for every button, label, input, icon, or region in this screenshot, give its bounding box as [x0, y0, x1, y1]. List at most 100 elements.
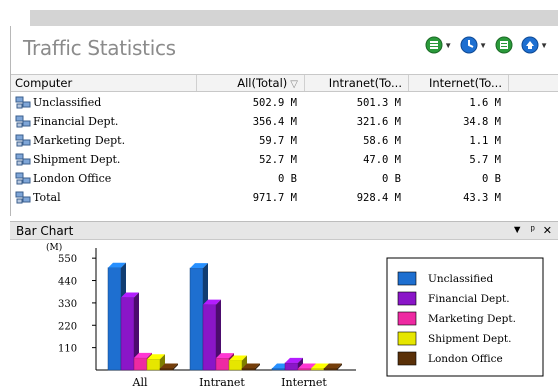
- close-button[interactable]: ✕: [543, 224, 552, 237]
- sort-descending-icon: ▽: [290, 79, 298, 90]
- x-tick-label: Intranet: [199, 376, 245, 389]
- y-tick-label: 440: [58, 277, 77, 288]
- table-row[interactable]: Unclassified 502.9 M 501.3 M 1.6 M: [11, 93, 558, 112]
- bar-chart-title: Bar Chart: [16, 224, 74, 238]
- table-row[interactable]: Marketing Dept. 59.7 M 58.6 M 1.1 M: [11, 131, 558, 150]
- column-header-computer[interactable]: Computer: [11, 75, 197, 91]
- table-row[interactable]: London Office 0 B 0 B 0 B: [11, 169, 558, 188]
- bar: [284, 362, 299, 371]
- bar: [297, 368, 312, 371]
- computer-cell: Shipment Dept.: [11, 153, 197, 167]
- computer-name: Marketing Dept.: [33, 134, 126, 147]
- toolbar: ▼ ▼ ▼: [425, 36, 548, 54]
- dropdown-arrow-icon: ▼: [540, 40, 548, 50]
- bar: [146, 359, 161, 371]
- bar: [133, 357, 148, 371]
- upload-icon: [521, 36, 539, 54]
- column-header-all[interactable]: All(Total) ▽: [197, 75, 305, 91]
- bar: [120, 297, 135, 371]
- all-total-cell: 0 B: [278, 172, 297, 185]
- intranet-cell: 501.3 M: [356, 96, 401, 109]
- bar-chart-panel-header: Bar Chart ▼ ᵖ ✕: [10, 221, 558, 240]
- legend-label: London Office: [428, 353, 503, 365]
- bar: [228, 360, 243, 371]
- traffic-statistics-panel: Traffic Statistics ▼ ▼ ▼ Computer All(To…: [10, 26, 558, 216]
- all-total-cell: 502.9 M: [252, 96, 297, 109]
- legend-swatch: [397, 351, 417, 366]
- legend-label: Unclassified: [428, 273, 493, 285]
- y-tick-label: 110: [58, 344, 77, 355]
- table-body: Unclassified 502.9 M 501.3 M 1.6 M Financial…: [11, 93, 558, 207]
- panel-controls: ▼ ᵖ ✕: [512, 224, 552, 237]
- panel-title: Traffic Statistics: [23, 36, 176, 60]
- bar: [323, 368, 338, 371]
- export-button[interactable]: ▼: [521, 36, 548, 54]
- computer-name: Unclassified: [33, 96, 102, 109]
- y-axis-unit-label: (M): [46, 242, 62, 253]
- dropdown-arrow-icon: ▼: [479, 40, 488, 50]
- internet-cell: 1.6 M: [469, 96, 501, 109]
- column-header-intranet[interactable]: Intranet(To...: [305, 75, 409, 91]
- intranet-cell: 928.4 M: [356, 191, 401, 204]
- y-tick-label: 220: [58, 321, 77, 332]
- history-button[interactable]: ▼: [460, 36, 487, 54]
- computer-name: Financial Dept.: [33, 115, 119, 128]
- table-header: Computer All(Total) ▽ Intranet(To... Inte…: [11, 74, 558, 92]
- internet-cell: 34.8 M: [463, 115, 501, 128]
- computer-name: Shipment Dept.: [33, 153, 121, 166]
- intranet-cell: 0 B: [382, 172, 401, 185]
- bar: [159, 368, 174, 371]
- report-button[interactable]: [495, 36, 513, 54]
- bar: [107, 267, 122, 371]
- legend-swatch: [397, 311, 417, 326]
- intranet-cell: 47.0 M: [363, 153, 401, 166]
- computer-cell: Unclassified: [11, 96, 197, 110]
- internet-cell: 1.1 M: [469, 134, 501, 147]
- table-row[interactable]: Shipment Dept. 52.7 M 47.0 M 5.7 M: [11, 150, 558, 169]
- panel-menu-button[interactable]: ▼: [512, 224, 523, 237]
- legend-swatch: [397, 271, 417, 286]
- computer-group-icon: [15, 153, 31, 165]
- computer-group-icon: [15, 96, 31, 108]
- bar-chart-area: (M) 110 220 330 440 550 All Intranet Internet Unc…: [10, 240, 558, 390]
- computer-group-icon: [15, 134, 31, 146]
- computer-cell: Total: [11, 191, 197, 205]
- legend-label: Shipment Dept.: [428, 333, 511, 345]
- grid-view-icon: [425, 36, 443, 54]
- internet-cell: 5.7 M: [469, 153, 501, 166]
- computer-group-icon: [15, 172, 31, 184]
- legend-label: Financial Dept.: [428, 293, 510, 305]
- computer-cell: London Office: [11, 172, 197, 186]
- table-row[interactable]: Total 971.7 M 928.4 M 43.3 M: [11, 188, 558, 207]
- computer-cell: Marketing Dept.: [11, 134, 197, 148]
- bar: [215, 357, 230, 371]
- legend-swatch: [397, 291, 417, 306]
- top-strip: [0, 0, 558, 10]
- bar: [241, 368, 256, 371]
- all-total-cell: 59.7 M: [259, 134, 297, 147]
- pin-button[interactable]: ᵖ: [531, 224, 535, 237]
- bar-chart: (M) 110 220 330 440 550 All Intranet Internet Unc…: [46, 242, 544, 389]
- grid-view-button[interactable]: ▼: [425, 36, 452, 54]
- computer-cell: Financial Dept.: [11, 115, 197, 129]
- computer-name: Total: [33, 191, 61, 204]
- internet-cell: 43.3 M: [463, 191, 501, 204]
- bar: [271, 368, 286, 371]
- computer-name: London Office: [33, 172, 112, 185]
- dropdown-arrow-icon: ▼: [444, 40, 453, 50]
- clock-icon: [460, 36, 478, 54]
- legend-label: Marketing Dept.: [428, 313, 516, 325]
- intranet-cell: 321.6 M: [356, 115, 401, 128]
- table-row[interactable]: Financial Dept. 356.4 M 321.6 M 34.8 M: [11, 112, 558, 131]
- intranet-cell: 58.6 M: [363, 134, 401, 147]
- x-tick-label: Internet: [281, 376, 327, 389]
- x-tick-label: All: [132, 376, 148, 389]
- bar: [310, 368, 325, 371]
- column-header-all-label: All(Total): [237, 76, 288, 90]
- y-tick-label: 550: [58, 254, 77, 265]
- all-total-cell: 356.4 M: [252, 115, 297, 128]
- column-header-internet[interactable]: Internet(To...: [409, 75, 509, 91]
- computer-group-icon: [15, 115, 31, 127]
- bar: [189, 267, 204, 371]
- list-report-icon: [495, 36, 513, 54]
